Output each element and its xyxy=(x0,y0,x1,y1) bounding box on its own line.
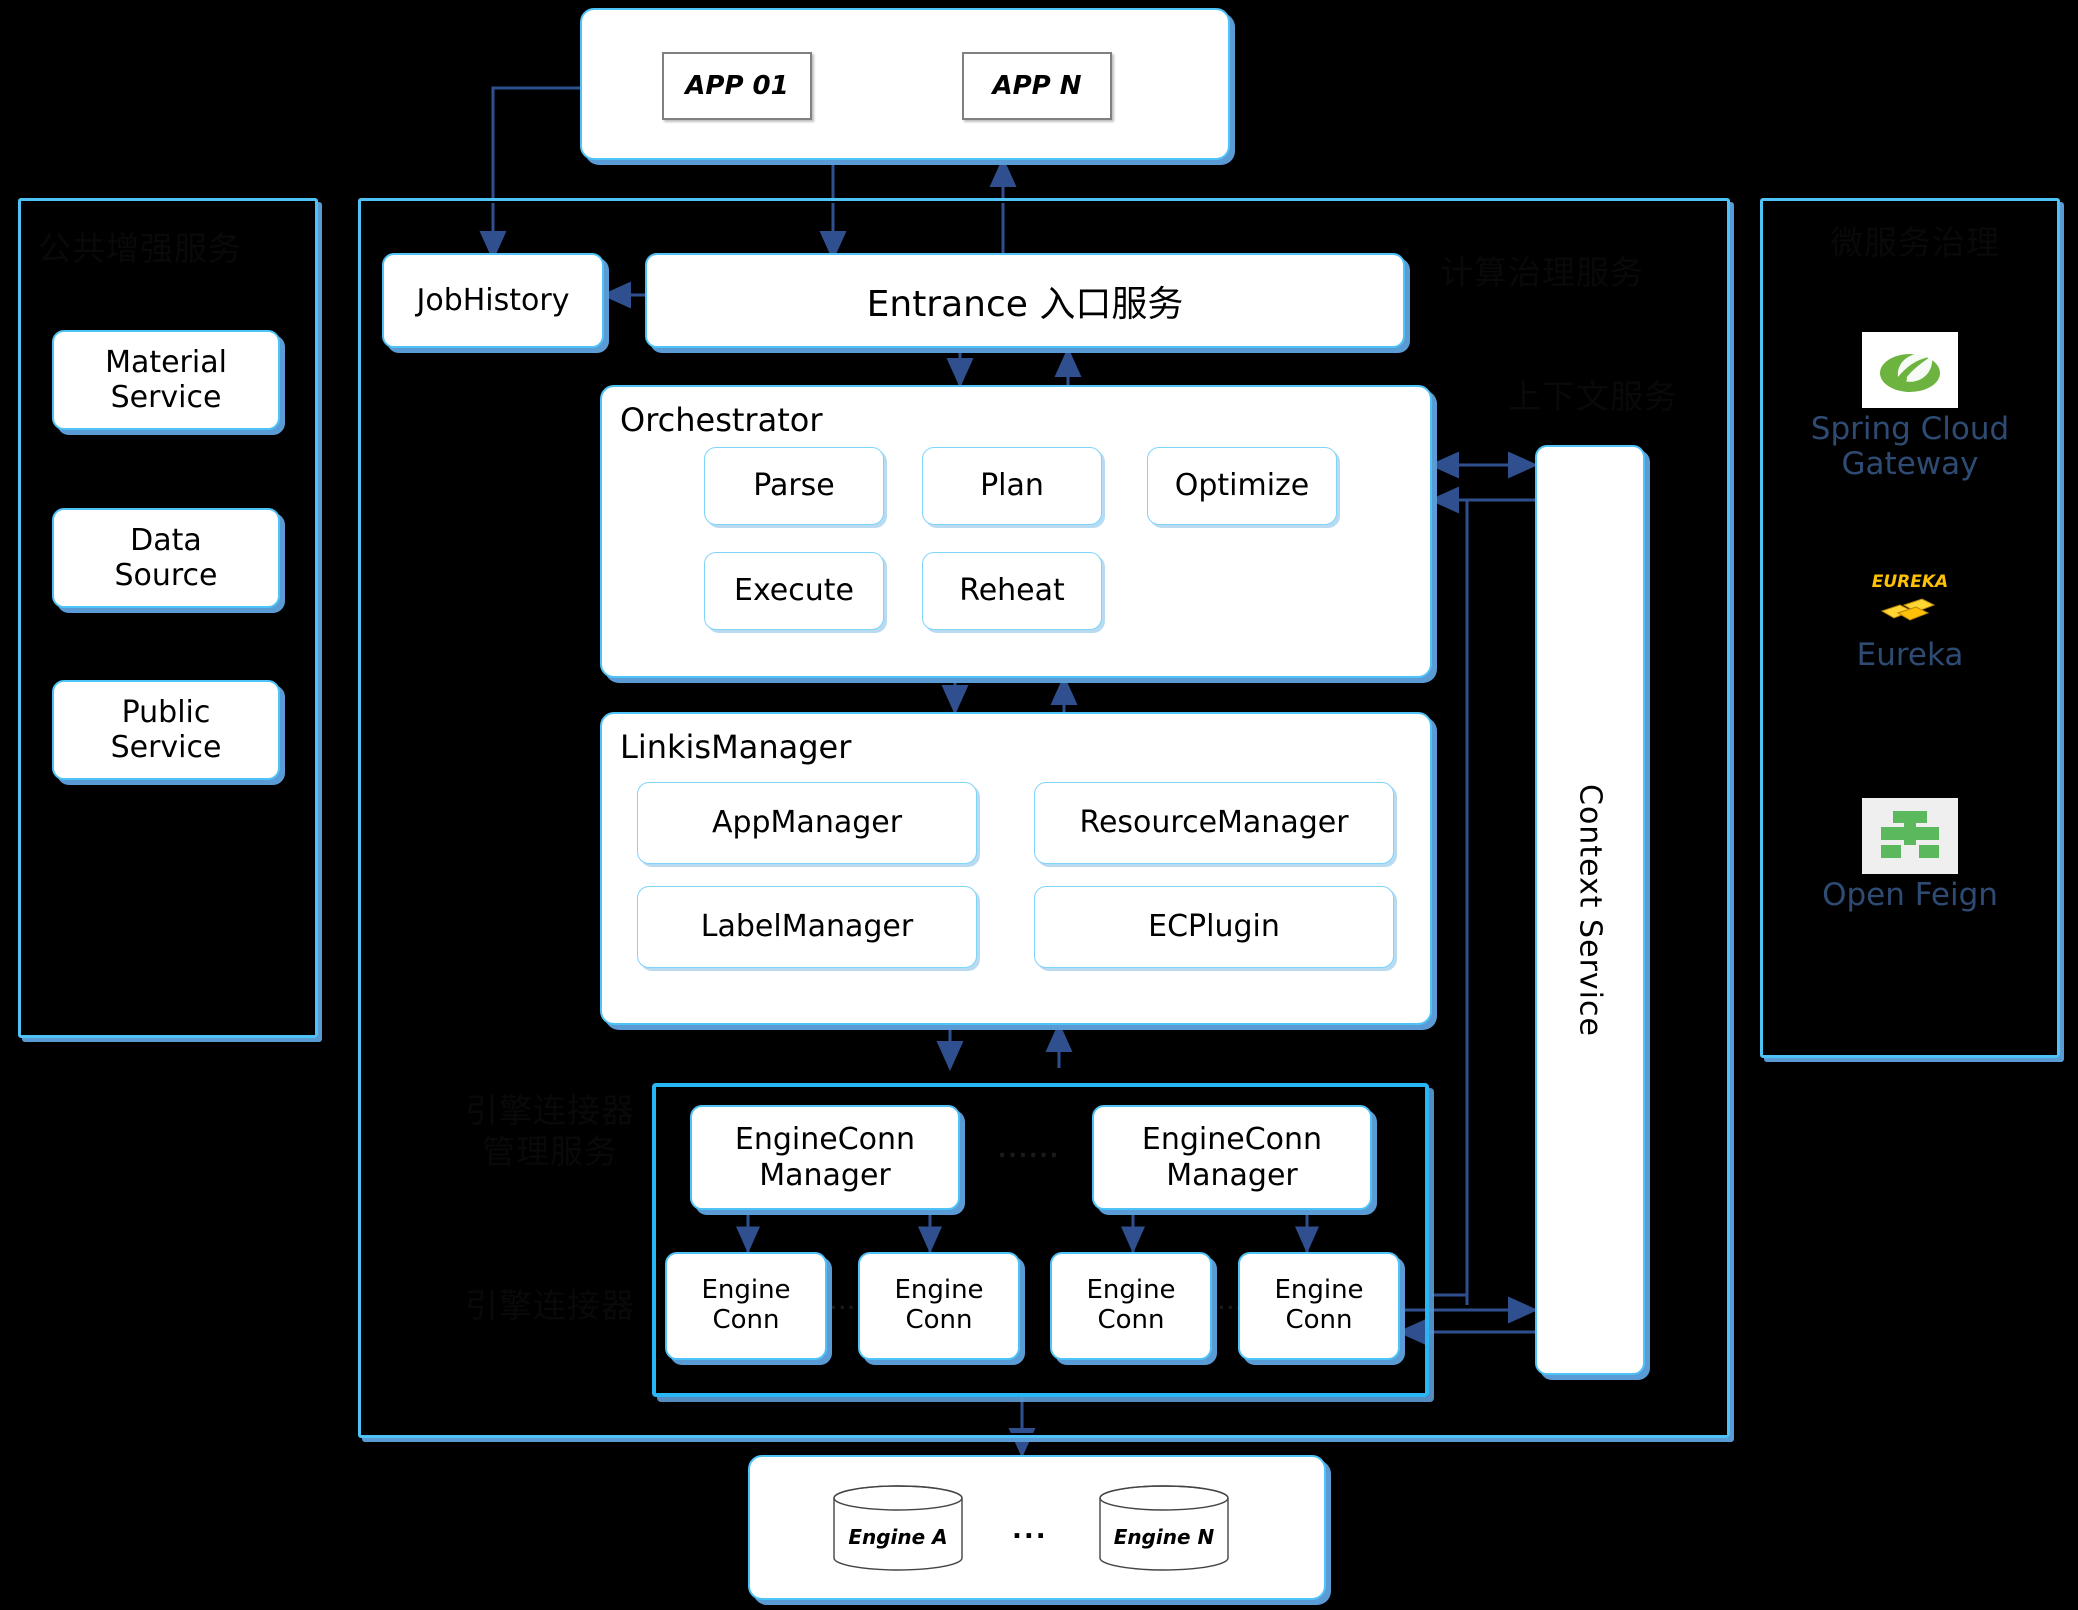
engine-cylinder-first[interactable]: Engine A xyxy=(832,1485,964,1571)
orchestrator-stage-execute[interactable]: Execute xyxy=(704,552,884,630)
app-ellipsis: ... xyxy=(1440,70,1485,110)
engine-layer-ellipsis: ... xyxy=(1012,1515,1048,1545)
engine-layer-container: Engine A ... Engine N xyxy=(748,1455,1326,1600)
service-eureka[interactable]: EUREKA Eureka xyxy=(1760,558,2060,673)
module-resource-manager[interactable]: ResourceManager xyxy=(1034,782,1394,864)
engine-conn-1[interactable]: Engine Conn xyxy=(665,1252,827,1360)
open-feign-icon xyxy=(1862,798,1958,874)
job-history-box[interactable]: JobHistory xyxy=(382,253,604,348)
orchestrator-stage-plan[interactable]: Plan xyxy=(922,447,1102,525)
engine-conn-2[interactable]: Engine Conn xyxy=(858,1252,1020,1360)
orchestrator-stage-optimize[interactable]: Optimize xyxy=(1147,447,1337,525)
data-source-box[interactable]: Data Source xyxy=(52,508,280,608)
context-service-label: Context Service xyxy=(1572,783,1608,1037)
public-enhancement-services-panel xyxy=(18,198,318,1038)
service-spring-cloud-gateway-label: Spring Cloud Gateway xyxy=(1810,411,2010,482)
service-spring-cloud-gateway[interactable]: Spring Cloud Gateway xyxy=(1760,332,2060,481)
service-open-feign-label: Open Feign xyxy=(1822,877,1998,913)
app-box-last[interactable]: APP N xyxy=(962,52,1112,120)
context-service-box[interactable]: Context Service xyxy=(1535,445,1645,1375)
engine-cylinder-last-label: Engine N xyxy=(1113,1524,1215,1549)
orchestrator-stage-reheat[interactable]: Reheat xyxy=(922,552,1102,630)
engine-cylinder-first-label: Engine A xyxy=(848,1524,948,1549)
module-app-manager[interactable]: AppManager xyxy=(637,782,977,864)
eureka-gold-bars-icon: EUREKA xyxy=(1862,558,1958,634)
module-label-manager[interactable]: LabelManager xyxy=(637,886,977,968)
app-box-first[interactable]: APP 01 xyxy=(662,52,812,120)
engine-conn-4[interactable]: Engine Conn xyxy=(1238,1252,1400,1360)
orchestrator-title: Orchestrator xyxy=(620,401,823,439)
engine-conn-manager-2[interactable]: EngineConn Manager xyxy=(1092,1105,1372,1210)
spring-leaf-icon xyxy=(1862,332,1958,408)
svg-text:EUREKA: EUREKA xyxy=(1872,572,1948,592)
architecture-diagram: APP 01 ... APP N 公共增强服务 Material Service… xyxy=(0,0,2078,1610)
app-layer-container: APP 01 ... APP N xyxy=(580,8,1483,160)
linkis-manager-title: LinkisManager xyxy=(620,728,852,766)
orchestrator-stage-parse[interactable]: Parse xyxy=(704,447,884,525)
engine-conn-3[interactable]: Engine Conn xyxy=(1050,1252,1212,1360)
engine-cylinder-last[interactable]: Engine N xyxy=(1098,1485,1230,1571)
material-service-box[interactable]: Material Service xyxy=(52,330,280,430)
service-open-feign[interactable]: Open Feign xyxy=(1760,798,2060,913)
engine-conn-manager-1[interactable]: EngineConn Manager xyxy=(690,1105,960,1210)
linkis-manager-container: LinkisManager AppManager ResourceManager… xyxy=(600,712,1432,1025)
service-eureka-label: Eureka xyxy=(1856,637,1964,673)
orchestrator-container: Orchestrator Parse Plan Optimize Execute… xyxy=(600,385,1432,678)
public-service-box[interactable]: Public Service xyxy=(52,680,280,780)
entrance-box[interactable]: Entrance 入口服务 xyxy=(645,253,1405,348)
module-ec-plugin[interactable]: ECPlugin xyxy=(1034,886,1394,968)
